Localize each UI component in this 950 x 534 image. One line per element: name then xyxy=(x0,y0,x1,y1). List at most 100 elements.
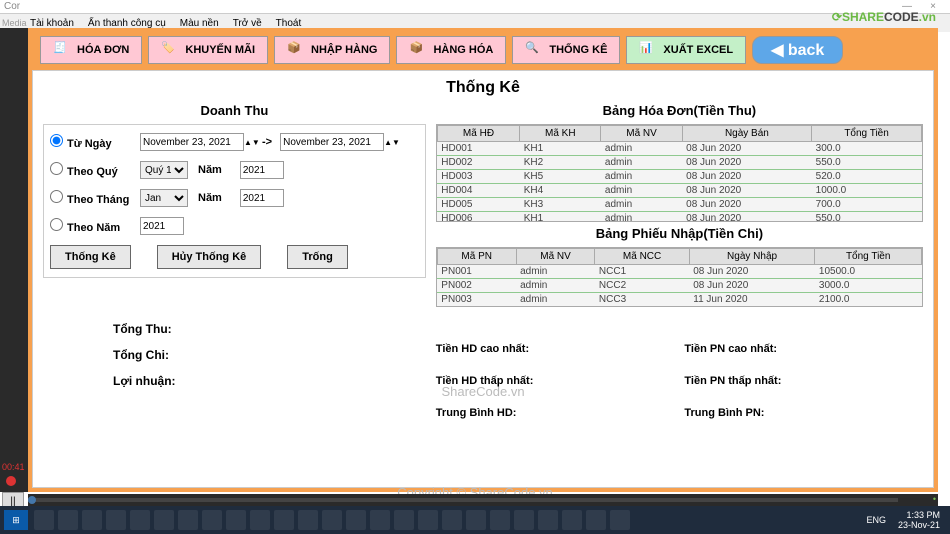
tu-ngay-radio-label[interactable]: Từ Ngày xyxy=(50,134,140,150)
thong-ke-submit-button[interactable]: Thống Kê xyxy=(50,245,131,269)
goods-icon: 📦 xyxy=(409,41,427,59)
task-ico[interactable] xyxy=(130,510,150,530)
hang-hoa-button[interactable]: 📦HÀNG HÓA xyxy=(396,36,506,64)
task-ico[interactable] xyxy=(586,510,606,530)
task-ico[interactable] xyxy=(226,510,246,530)
start-button[interactable]: ⊞ xyxy=(4,510,28,530)
col-header[interactable]: Tổng Tiền xyxy=(812,126,922,142)
task-ico[interactable] xyxy=(298,510,318,530)
phieu-nhap-table-wrap[interactable]: Mã PNMã NVMã NCCNgày NhậpTổng Tiền PN001… xyxy=(436,247,923,307)
task-ico[interactable] xyxy=(154,510,174,530)
theo-quy-radio-label[interactable]: Theo Quý xyxy=(50,162,140,178)
table-row[interactable]: PN001adminNCC108 Jun 202010500.0 xyxy=(437,265,921,279)
col-header[interactable]: Ngày Bán xyxy=(682,126,811,142)
col-header[interactable]: Tổng Tiền xyxy=(815,249,922,265)
menu-an-thanh[interactable]: Ẩn thanh công cụ xyxy=(88,18,166,29)
task-ico[interactable] xyxy=(58,510,78,530)
table-row[interactable]: PN002adminNCC208 Jun 20203000.0 xyxy=(437,279,921,293)
nhap-hang-label: NHẬP HÀNG xyxy=(311,44,377,56)
back-button[interactable]: ◀ back xyxy=(752,36,843,64)
nam-quy-input[interactable] xyxy=(240,161,284,179)
table-row[interactable]: HD002KH2admin08 Jun 2020550.0 xyxy=(437,156,921,170)
col-header[interactable]: Mã HĐ xyxy=(437,126,519,142)
date-to-spinner[interactable]: ▲▼ xyxy=(384,138,394,147)
invoice-icon: 🧾 xyxy=(53,41,71,59)
table-row[interactable]: HD003KH5admin08 Jun 2020520.0 xyxy=(437,170,921,184)
col-header[interactable]: Mã PN xyxy=(437,249,516,265)
task-ico[interactable] xyxy=(466,510,486,530)
tray-lang[interactable]: ENG xyxy=(866,515,886,525)
task-ico[interactable] xyxy=(202,510,222,530)
col-header[interactable]: Mã NV xyxy=(601,126,682,142)
task-ico[interactable] xyxy=(370,510,390,530)
menu-mau-nen[interactable]: Màu nền xyxy=(180,18,219,29)
task-ico[interactable] xyxy=(538,510,558,530)
quy-select[interactable]: Quý 1 xyxy=(140,161,188,179)
task-ico[interactable] xyxy=(418,510,438,530)
nam-thang-input[interactable] xyxy=(240,189,284,207)
task-ico[interactable] xyxy=(250,510,270,530)
nam-input[interactable] xyxy=(140,217,184,235)
tray-clock[interactable]: 1:33 PM 23-Nov-21 xyxy=(892,510,946,530)
progress-knob[interactable] xyxy=(28,496,36,504)
col-header[interactable]: Mã NV xyxy=(516,249,595,265)
col-header[interactable]: Mã NCC xyxy=(595,249,689,265)
record-icon xyxy=(6,476,16,486)
task-ico[interactable] xyxy=(274,510,294,530)
hd-max-label: Tiền HD cao nhất: xyxy=(436,343,675,355)
task-ico[interactable] xyxy=(442,510,462,530)
hoa-don-table: Mã HĐMã KHMã NVNgày BánTổng Tiền HD001KH… xyxy=(437,125,922,222)
theo-nam-radio-label[interactable]: Theo Năm xyxy=(50,218,140,234)
menu-tai-khoan[interactable]: Tài khoản xyxy=(30,18,74,29)
nhap-hang-button[interactable]: 📦 NHẬP HÀNG xyxy=(274,36,390,64)
stats-grid: Tiền HD cao nhất: Tiền PN cao nhất: Tiền… xyxy=(436,343,923,419)
thang-select[interactable]: Jan xyxy=(140,189,188,207)
task-ico[interactable] xyxy=(322,510,342,530)
hoa-don-button[interactable]: 🧾HÓA ĐƠN xyxy=(40,36,142,64)
table-row[interactable]: HD005KH3admin08 Jun 2020700.0 xyxy=(437,198,921,212)
huy-thong-ke-button[interactable]: Hủy Thống Kê xyxy=(157,245,262,269)
menu-tro-ve[interactable]: Trở về xyxy=(233,18,262,29)
theo-nam-radio[interactable] xyxy=(50,218,63,231)
import-icon: 📦 xyxy=(287,41,305,59)
table-row[interactable]: PN003adminNCC311 Jun 20202100.0 xyxy=(437,293,921,307)
task-ico[interactable] xyxy=(562,510,582,530)
left-column: Doanh Thu Từ Ngày ▲▼ -> ▲▼ Theo Quý Quý … xyxy=(43,103,426,479)
task-ico[interactable] xyxy=(34,510,54,530)
table-row[interactable]: HD001KH1admin08 Jun 2020300.0 xyxy=(437,142,921,156)
system-tray[interactable]: ENG 1:33 PM 23-Nov-21 xyxy=(866,510,946,530)
khuyen-mai-button[interactable]: 🏷️KHUYẾN MÃI xyxy=(148,36,268,64)
thong-ke-button[interactable]: 🔍THỐNG KÊ xyxy=(512,36,620,64)
task-ico[interactable] xyxy=(490,510,510,530)
table-row[interactable]: HD004KH4admin08 Jun 20201000.0 xyxy=(437,184,921,198)
task-ico[interactable] xyxy=(82,510,102,530)
nam-label-2: Năm xyxy=(198,192,222,204)
table-row[interactable]: HD006KH1admin08 Jun 2020550.0 xyxy=(437,212,921,223)
theo-thang-radio-label[interactable]: Theo Tháng xyxy=(50,190,140,206)
pn-min-label: Tiền PN thấp nhất: xyxy=(684,375,923,387)
date-to-input[interactable] xyxy=(280,133,384,151)
task-ico[interactable] xyxy=(178,510,198,530)
windows-taskbar[interactable]: ⊞ ENG 1:33 PM 23-Nov-21 xyxy=(0,506,950,534)
theo-thang-radio[interactable] xyxy=(50,190,63,203)
task-ico[interactable] xyxy=(610,510,630,530)
task-ico[interactable] xyxy=(394,510,414,530)
progress-end-marker: • xyxy=(933,494,936,504)
xuat-excel-button[interactable]: 📊XUẤT EXCEL xyxy=(626,36,746,64)
date-from-input[interactable] xyxy=(140,133,244,151)
trong-button[interactable]: Trống xyxy=(287,245,348,269)
hoa-don-table-wrap[interactable]: Mã HĐMã KHMã NVNgày BánTổng Tiền HD001KH… xyxy=(436,124,923,222)
menu-thoat[interactable]: Thoát xyxy=(276,18,302,29)
tu-ngay-radio[interactable] xyxy=(50,134,63,147)
window-title: Cor xyxy=(4,1,894,12)
col-header[interactable]: Ngày Nhập xyxy=(689,249,815,265)
video-progress-bar[interactable]: • xyxy=(28,494,938,506)
task-ico[interactable] xyxy=(346,510,366,530)
task-ico[interactable] xyxy=(106,510,126,530)
arrow-label: -> xyxy=(262,136,272,148)
theo-quy-radio[interactable] xyxy=(50,162,63,175)
date-from-spinner[interactable]: ▲▼ xyxy=(244,138,254,147)
taskbar-apps xyxy=(34,510,866,530)
col-header[interactable]: Mã KH xyxy=(520,126,601,142)
task-ico[interactable] xyxy=(514,510,534,530)
